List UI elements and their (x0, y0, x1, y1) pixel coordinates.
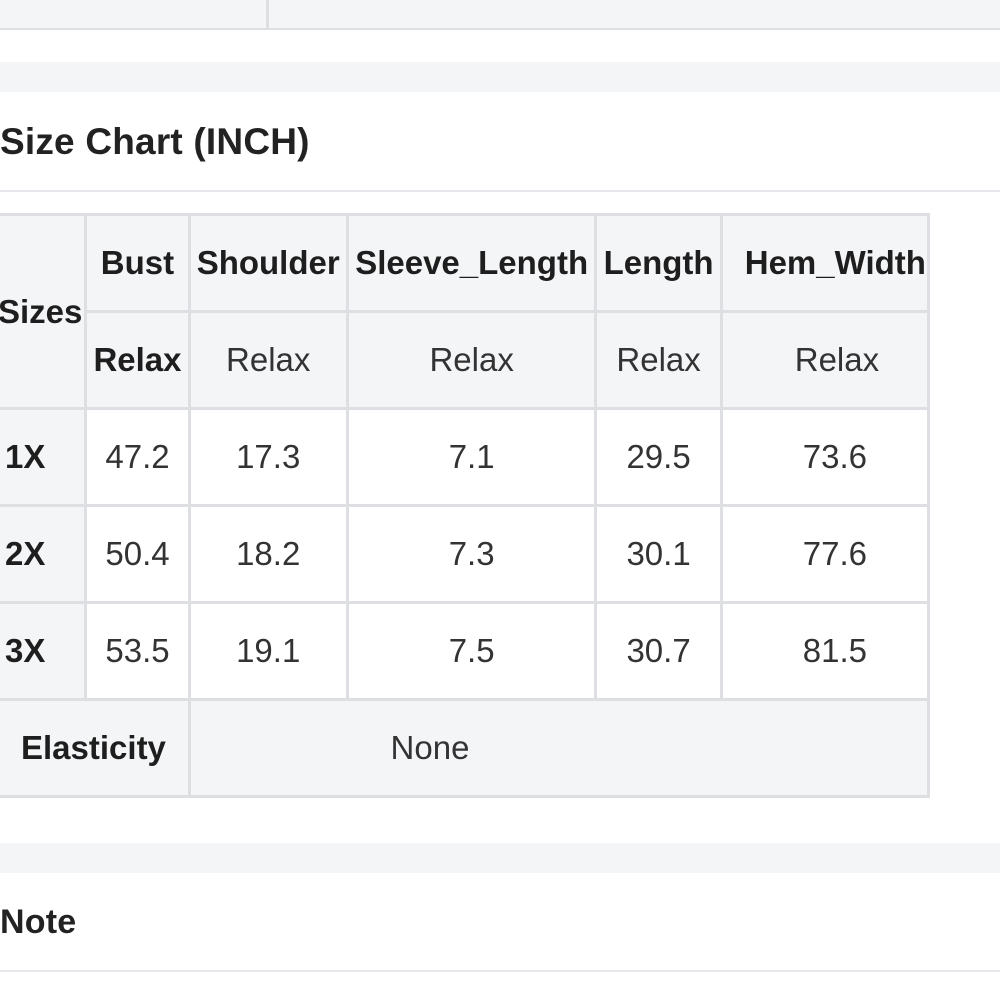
note-divider (0, 970, 1000, 972)
cell-bust: 50.4 (84, 504, 191, 604)
cell-length: 30.1 (594, 504, 723, 604)
column-header-hem-width: Hem_Width (719, 213, 931, 313)
sizes-column-header: Sizes (0, 213, 88, 410)
size-chart-title: Size Chart (INCH) (0, 121, 310, 162)
fit-label-length: Relax (594, 310, 723, 410)
section-separator (0, 62, 1000, 92)
table-row: 2X 50.4 18.2 7.3 30.1 77.6 (0, 504, 931, 604)
cell-hem-width: 81.5 (719, 601, 931, 701)
product-detail-page: Size Chart (INCH) Sizes Bust Shoulder Sl… (0, 0, 1000, 1000)
cell-sleeve-length: 7.1 (345, 407, 598, 507)
note-title: Note (0, 903, 77, 941)
elasticity-row: Elasticity None (0, 698, 931, 798)
previous-table-remnant (0, 0, 1000, 30)
fit-label-shoulder: Relax (187, 310, 349, 410)
fit-label-bust: Relax (84, 310, 191, 410)
cell-hem-width: 77.6 (719, 504, 931, 604)
column-header-shoulder: Shoulder (187, 213, 349, 313)
size-label: 3X (0, 601, 88, 701)
title-divider (0, 190, 1000, 192)
fit-label-sleeve-length: Relax (345, 310, 598, 410)
cell-hem-width: 73.6 (719, 407, 931, 507)
cell-length: 30.7 (594, 601, 723, 701)
size-label: 1X (0, 407, 88, 507)
size-chart-table: Sizes Bust Shoulder Sleeve_Length Length… (0, 213, 931, 798)
elasticity-value: None (187, 698, 931, 798)
cell-bust: 53.5 (84, 601, 191, 701)
cell-length: 29.5 (594, 407, 723, 507)
fit-label-hem-width: Relax (719, 310, 931, 410)
cell-sleeve-length: 7.5 (345, 601, 598, 701)
cell-shoulder: 17.3 (187, 407, 349, 507)
cell-shoulder: 19.1 (187, 601, 349, 701)
table-row: 3X 53.5 19.1 7.5 30.7 81.5 (0, 601, 931, 701)
cell-shoulder: 18.2 (187, 504, 349, 604)
cell-sleeve-length: 7.3 (345, 504, 598, 604)
column-header-sleeve-length: Sleeve_Length (345, 213, 598, 313)
column-header-length: Length (594, 213, 723, 313)
cell-bust: 47.2 (84, 407, 191, 507)
column-header-bust: Bust (84, 213, 191, 313)
elasticity-label: Elasticity (0, 698, 191, 798)
size-label: 2X (0, 504, 88, 604)
table-row: 1X 47.2 17.3 7.1 29.5 73.6 (0, 407, 931, 507)
section-separator (0, 843, 1000, 873)
table-divider (266, 0, 269, 28)
